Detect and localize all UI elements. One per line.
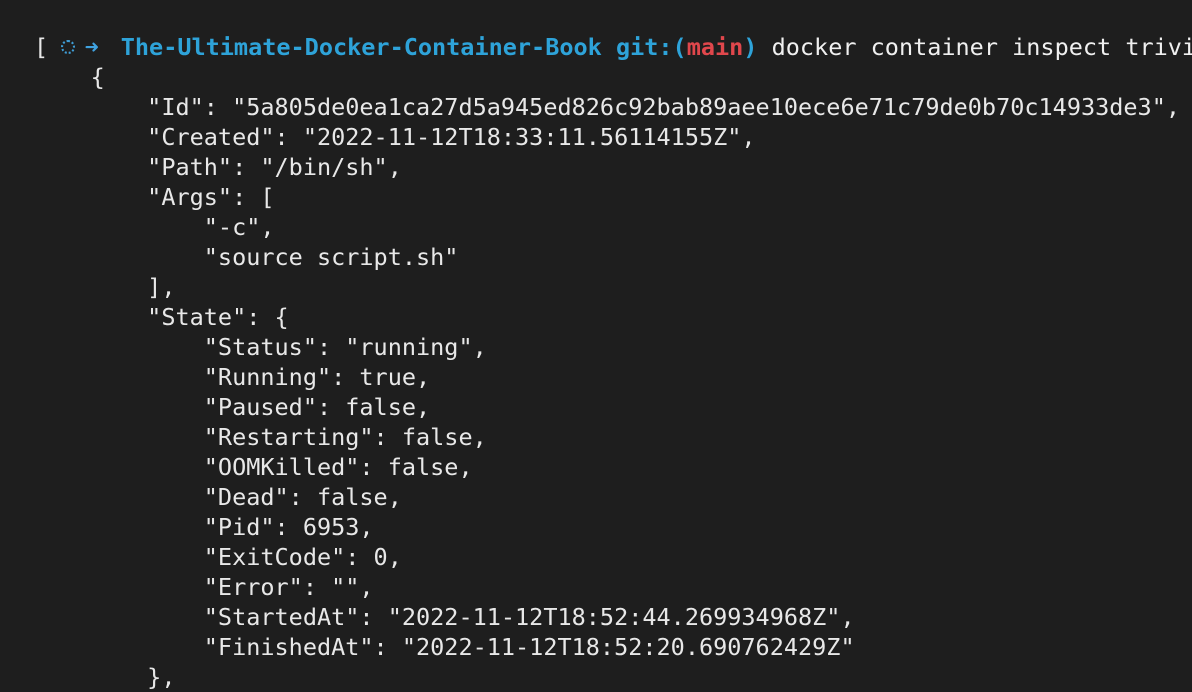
output-line: "Running": true, [34, 363, 431, 391]
output-line: }, [34, 663, 176, 691]
output-line: "Pid": 6953, [34, 513, 374, 541]
output-line: "Restarting": false, [34, 423, 487, 451]
output-line: "FinishedAt": "2022-11-12T18:52:20.69076… [34, 633, 855, 661]
status-dot-icon [60, 39, 75, 54]
output-line: "OOMKilled": false, [34, 453, 473, 481]
git-suffix: ) [743, 33, 758, 61]
output-line: "source script.sh" [34, 243, 459, 271]
output-line: "Error": "", [34, 573, 374, 601]
output-line: "Path": "/bin/sh", [34, 153, 402, 181]
output-line: [ [34, 33, 49, 61]
output-line: "Id": "5a805de0ea1ca27d5a945ed826c92bab8… [34, 93, 1181, 121]
terminal-window[interactable]: ➜ The-Ultimate-Docker-Container-Book git:… [0, 0, 1192, 692]
output-line: "Status": "running", [34, 333, 487, 361]
output-line: "StartedAt": "2022-11-12T18:52:44.269934… [34, 603, 855, 631]
output-line: "Paused": false, [34, 393, 431, 421]
git-prefix: git:( [615, 33, 687, 61]
current-directory: The-Ultimate-Docker-Container-Book [120, 33, 602, 61]
output-line: "ExitCode": 0, [34, 543, 402, 571]
output-line: "Args": [ [34, 183, 275, 211]
output-line: { [34, 63, 105, 91]
prompt-arrow-icon: ➜ [84, 33, 99, 61]
output-line: "State": { [34, 303, 289, 331]
command-text: docker container inspect trivia [771, 33, 1192, 61]
output-line: "-c", [34, 213, 275, 241]
output-line: "Created": "2022-11-12T18:33:11.56114155… [34, 123, 756, 151]
prompt-line: ➜ The-Ultimate-Docker-Container-Book git:… [4, 2, 1192, 61]
output-line: "Dead": false, [34, 483, 402, 511]
output-line: ], [34, 273, 176, 301]
git-branch: main [686, 33, 744, 61]
